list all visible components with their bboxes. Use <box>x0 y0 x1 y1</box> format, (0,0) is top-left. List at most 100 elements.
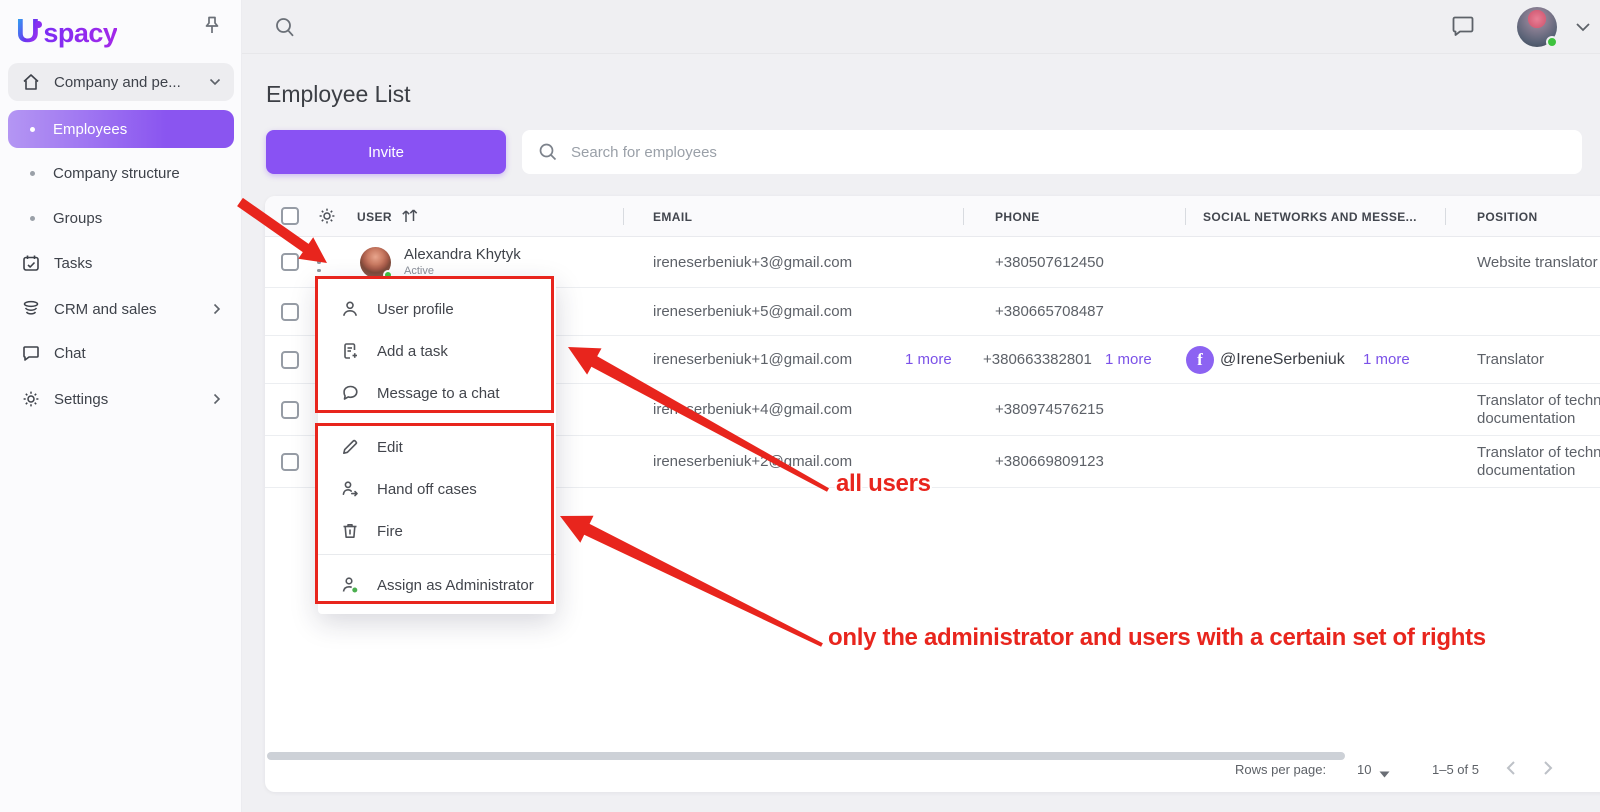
sidebar-item-employees[interactable]: Employees <box>8 110 234 148</box>
rows-per-page-select[interactable]: 10 <box>1357 762 1371 777</box>
chat-bubble-icon <box>340 383 360 403</box>
home-icon <box>21 72 41 92</box>
employee-name[interactable]: Alexandra Khytyk <box>404 246 521 263</box>
table-settings-gear-icon[interactable] <box>317 206 337 231</box>
facebook-icon[interactable]: f <box>1186 346 1214 374</box>
employee-status: Active <box>404 265 434 277</box>
sidebar-item-crm[interactable]: CRM and sales <box>8 290 234 328</box>
column-divider <box>963 208 964 225</box>
menu-item-assign-admin[interactable]: Assign as Administrator <box>318 564 556 606</box>
avatar[interactable] <box>1517 7 1557 47</box>
row-checkbox[interactable] <box>281 253 299 271</box>
annotation-label-all-users: all users <box>836 470 931 498</box>
position-cell: Translator <box>1477 336 1600 383</box>
phone-cell: +380507612450 <box>995 237 1104 287</box>
sidebar-item-label: Chat <box>54 345 86 362</box>
sidebar-item-label: Company and pe... <box>54 74 181 91</box>
phone-cell: +380669809123 <box>995 436 1104 487</box>
email-cell: ireneserbeniuk+3@gmail.com <box>653 237 852 287</box>
chevron-down-icon <box>209 78 221 86</box>
pagination-next-icon[interactable] <box>1543 760 1554 779</box>
position-cell: Translator of technical documentation <box>1477 384 1600 435</box>
menu-item-user-profile[interactable]: User profile <box>318 288 556 330</box>
sidebar-item-label: Company structure <box>53 165 180 182</box>
sidebar: Uspacy Company and pe... Employees Compa… <box>0 0 242 812</box>
sort-icon[interactable] <box>400 207 420 230</box>
sidebar-item-settings[interactable]: Settings <box>8 380 234 418</box>
select-all-checkbox[interactable] <box>281 207 299 225</box>
sidebar-item-chat[interactable]: Chat <box>8 334 234 372</box>
uspacy-logo[interactable]: Uspacy <box>16 12 117 50</box>
sidebar-item-label: Settings <box>54 391 108 408</box>
pencil-icon <box>340 437 360 457</box>
page-title: Employee List <box>266 81 410 108</box>
email-cell: ireneserbeniuk+5@gmail.com <box>653 288 852 335</box>
horizontal-scrollbar[interactable] <box>267 752 1345 760</box>
search-icon <box>537 141 559 163</box>
chevron-right-icon <box>213 393 221 405</box>
assign-admin-icon <box>340 575 360 595</box>
online-status-dot <box>1546 36 1558 48</box>
chat-icon[interactable] <box>1450 13 1476 39</box>
chevron-down-icon[interactable] <box>1575 22 1591 32</box>
column-header-user[interactable]: USER <box>357 210 392 224</box>
annotation-label-admin-only: only the administrator and users with a … <box>828 624 1486 652</box>
rows-per-page-caret-icon[interactable] <box>1379 766 1390 781</box>
sidebar-item-tasks[interactable]: Tasks <box>8 244 234 282</box>
global-search-icon[interactable] <box>273 15 297 39</box>
column-divider <box>1185 208 1186 225</box>
sidebar-item-groups[interactable]: Groups <box>8 199 234 237</box>
email-more-link[interactable]: 1 more <box>905 336 952 383</box>
social-more-link[interactable]: 1 more <box>1363 336 1410 383</box>
table-header: USER EMAIL PHONE SOCIAL NETWORKS AND MES… <box>265 196 1600 237</box>
chevron-right-icon <box>213 303 221 315</box>
position-cell: Translator of technical documentation <box>1477 436 1600 487</box>
sidebar-item-label: Employees <box>53 121 127 138</box>
row-checkbox[interactable] <box>281 401 299 419</box>
employee-search <box>522 130 1582 174</box>
menu-item-hand-off-cases[interactable]: Hand off cases <box>318 468 556 510</box>
social-handle[interactable]: @IreneSerbeniuk <box>1220 336 1345 383</box>
menu-item-message-chat[interactable]: Message to a chat <box>318 372 556 414</box>
phone-cell: +380663382801 <box>983 336 1092 383</box>
invite-button[interactable]: Invite <box>266 130 506 174</box>
bullet-icon <box>30 127 35 132</box>
row-context-menu: User profile Add a task Message to a cha… <box>318 278 556 614</box>
menu-item-edit[interactable]: Edit <box>318 426 556 468</box>
sidebar-item-company-structure[interactable]: Company structure <box>8 154 234 192</box>
employee-avatar[interactable] <box>360 247 391 278</box>
row-checkbox[interactable] <box>281 453 299 471</box>
email-cell: ireneserbeniuk+4@gmail.com <box>653 384 852 435</box>
trash-icon <box>340 521 360 541</box>
pin-sidebar-icon[interactable] <box>202 15 222 37</box>
logo-u: U <box>16 12 39 49</box>
email-cell: ireneserbeniuk+2@gmail.com <box>653 436 852 487</box>
bullet-icon <box>30 171 35 176</box>
pagination-prev-icon[interactable] <box>1505 760 1516 779</box>
sidebar-item-company-and-people[interactable]: Company and pe... <box>8 63 234 101</box>
logo-text: spacy <box>43 18 117 48</box>
hand-off-icon <box>340 479 360 499</box>
column-divider <box>623 208 624 225</box>
column-header-phone[interactable]: PHONE <box>995 210 1040 224</box>
bullet-icon <box>30 216 35 221</box>
menu-item-add-task[interactable]: Add a task <box>318 330 556 372</box>
phone-cell: +380974576215 <box>995 384 1104 435</box>
position-cell: Website translator <box>1477 237 1600 287</box>
rows-per-page-label: Rows per page: <box>1235 762 1326 777</box>
user-icon <box>340 299 360 319</box>
email-cell: ireneserbeniuk+1@gmail.com <box>653 336 852 383</box>
column-header-position[interactable]: POSITION <box>1477 210 1538 224</box>
row-checkbox[interactable] <box>281 303 299 321</box>
tasks-calendar-icon <box>21 253 41 273</box>
column-divider <box>1445 208 1446 225</box>
gear-icon <box>21 389 41 409</box>
column-header-email[interactable]: EMAIL <box>653 210 692 224</box>
phone-more-link[interactable]: 1 more <box>1105 336 1152 383</box>
column-header-social[interactable]: SOCIAL NETWORKS AND MESSE... <box>1203 210 1417 224</box>
search-input[interactable] <box>571 144 1582 161</box>
sidebar-item-label: Groups <box>53 210 102 227</box>
pagination-range: 1–5 of 5 <box>1432 762 1479 777</box>
menu-item-fire[interactable]: Fire <box>318 510 556 552</box>
row-checkbox[interactable] <box>281 351 299 369</box>
